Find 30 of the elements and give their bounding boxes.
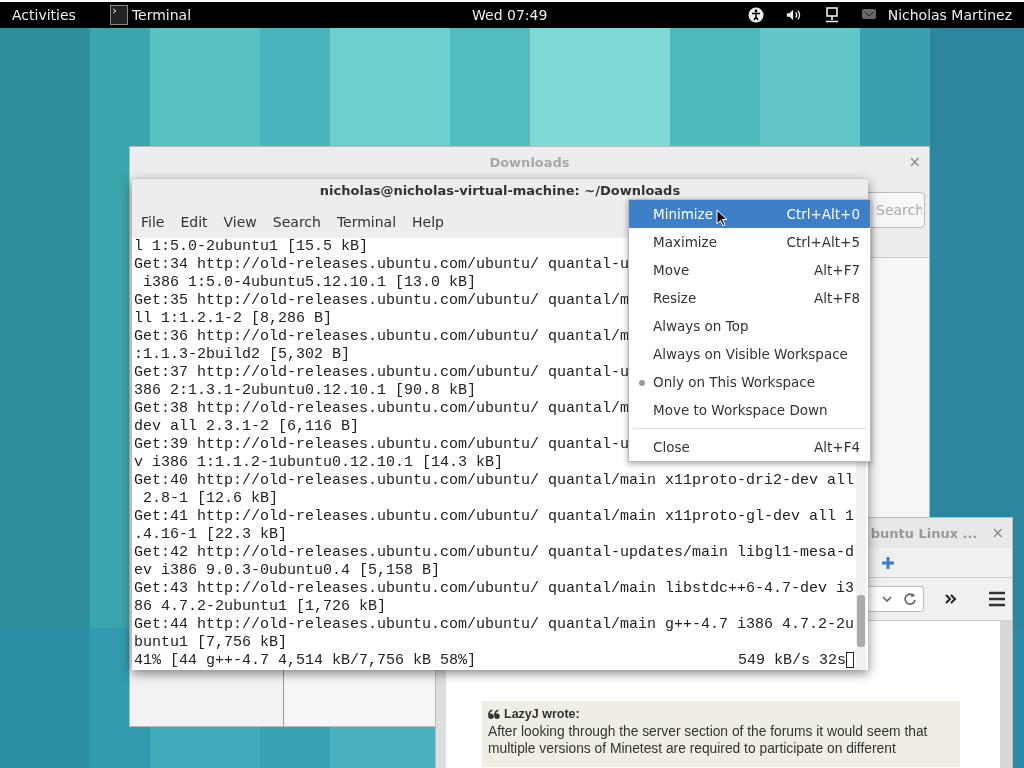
quote-author: LazyJ wrote: bbox=[504, 707, 580, 721]
terminal-line: .4.16-1 [22.3 kB] bbox=[134, 526, 288, 544]
terminal-line: Get:43 http://old-releases.ubuntu.com/ubuntu/ quantal/main libstdc++6-4.7-dev i3 bbox=[134, 580, 855, 598]
terminal-line: v i386 1:1.1.2-1ubuntu0.12.10.1 [14.3 kB] bbox=[134, 454, 504, 472]
window-title: nicholas@nicholas-virtual-machine: ~/Downloads bbox=[319, 182, 681, 198]
terminal-line: Get:38 http://old-releases.ubuntu.com/ubuntu/ quantal/m bbox=[134, 400, 630, 418]
terminal-line: dev all 2.3.1-2 [6,116 B] bbox=[134, 418, 360, 436]
terminal-line: i386 1:5.0-4ubuntu5.12.10.1 [13.0 kB] bbox=[142, 274, 477, 292]
terminal-line: ev i386 9.0.3-0ubuntu0.4 [5,158 B] bbox=[134, 562, 441, 580]
terminal-line: buntu1 [7,756 kB] bbox=[134, 634, 288, 652]
terminal-line: ll 1:1.2.1-2 [8,286 B] bbox=[134, 310, 333, 328]
terminal-line: 2.8-1 [12.6 kB] bbox=[142, 490, 279, 508]
terminal-line: :1.1.3-2build2 [5,302 B] bbox=[134, 346, 351, 364]
progress-text: 41% [44 g++-4.7 4,514 kB/7,756 kB 58%] bbox=[134, 652, 478, 670]
terminal-line: Get:36 http://old-releases.ubuntu.com/ubuntu/ quantal/m bbox=[134, 328, 630, 346]
terminal-line: l 1:5.0-2ubuntu1 [15.5 kB] bbox=[134, 238, 369, 256]
terminal-line: Get:35 http://old-releases.ubuntu.com/ubuntu/ quantal/m bbox=[134, 292, 630, 310]
terminal-line: 86 4.7.2-2ubuntu1 [1,726 kB] bbox=[134, 598, 387, 616]
window-title: Downloads bbox=[489, 154, 570, 170]
terminal-line: 386 2:1.3.1-2ubuntu0.12.10.1 [90.8 kB] bbox=[134, 382, 477, 400]
terminal-line: Get:39 http://old-releases.ubuntu.com/ubuntu/ quantal-u bbox=[134, 436, 630, 454]
terminal-line: Get:41 http://old-releases.ubuntu.com/ubuntu/ quantal/main x11proto-gl-dev all 1 bbox=[134, 508, 855, 526]
terminal-line: Get:40 http://old-releases.ubuntu.com/ubuntu/ quantal/main x11proto-dri2-dev all bbox=[134, 472, 855, 490]
window-title: buntu Linux ... bbox=[870, 525, 978, 541]
terminal-line: Get:44 http://old-releases.ubuntu.com/ubuntu/ quantal/main g++-4.7 i386 4.7.2-2u bbox=[134, 616, 855, 634]
terminal-line: Get:34 http://old-releases.ubuntu.com/ubuntu/ quantal-u bbox=[134, 256, 630, 274]
terminal-line: Get:37 http://old-releases.ubuntu.com/ubuntu/ quantal-u bbox=[134, 364, 630, 382]
terminal-line: Get:42 http://old-releases.ubuntu.com/ubuntu/ quantal-updates/main libgl1-mesa-d bbox=[134, 544, 855, 562]
transfer-rate: 549 kB/s 32s bbox=[737, 652, 846, 670]
quote-text: After looking through the server section of the forums it would seem that multiple versions of Minetest are required to participate on different bbox=[488, 723, 929, 757]
